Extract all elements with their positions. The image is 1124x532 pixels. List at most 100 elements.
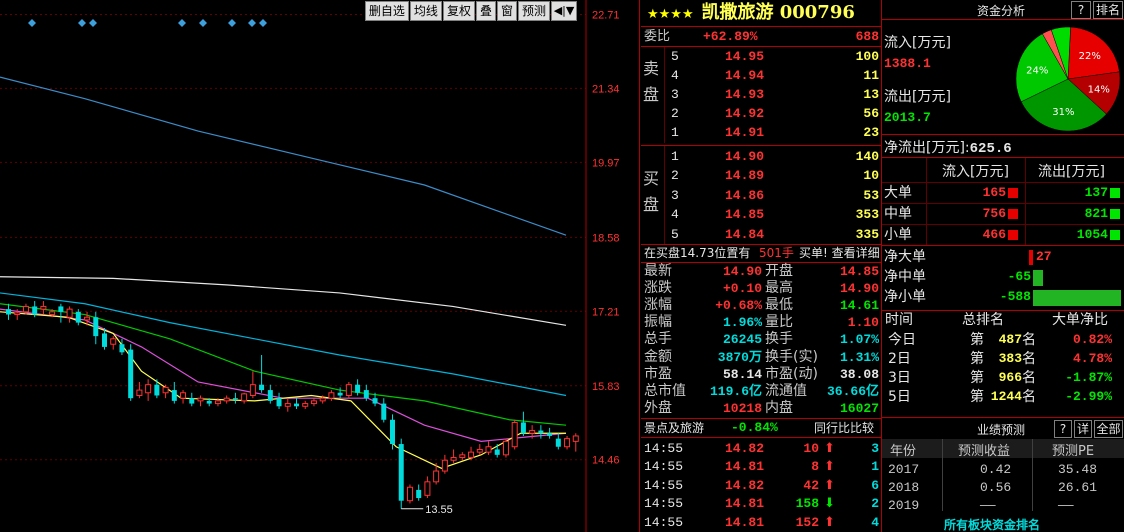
stat-row: 总市值 119.6亿 流通值 36.66亿 (644, 382, 879, 399)
overlay-button[interactable]: 叠 (475, 1, 496, 21)
tick-row: 14:55 14.82 42 ⬆ 6 (644, 477, 879, 493)
remove-watchlist-button[interactable]: 删自选 (364, 1, 409, 21)
candle-body (206, 400, 212, 404)
forecast-row: 2017 0.42 35.48 (888, 462, 1098, 477)
candle-body (529, 430, 536, 434)
moving-average-line (0, 76, 567, 236)
outflow-value: 2013.7 (884, 110, 931, 125)
forecast-row: 2018 0.56 26.61 (888, 480, 1098, 495)
buy-level-row[interactable]: 5 14.84 335 (641, 226, 881, 244)
candle-body (468, 451, 475, 459)
candle-body (14, 312, 21, 316)
collapse-arrow-icon[interactable]: ◀|▼ (551, 1, 577, 21)
candle-body (154, 384, 160, 396)
event-marker-icon[interactable] (28, 19, 36, 27)
buy-level-row[interactable]: 3 14.86 53 (641, 187, 881, 205)
candle-body (180, 392, 187, 399)
candle-body (381, 403, 387, 420)
candle-body (223, 397, 230, 402)
event-marker-icon[interactable] (259, 19, 267, 27)
candle-body (363, 390, 369, 399)
candle-body (110, 338, 117, 345)
pie-slice-label: 14% (1088, 85, 1110, 96)
funds-header: 资金分析 ? 排名 (882, 0, 1124, 20)
weibi-row: 委比 +62.89% 688 (641, 28, 881, 46)
forecast-help-button[interactable]: ? (1054, 420, 1072, 438)
tick-row: 14:55 14.81 152 ⬆ 4 (644, 514, 879, 530)
sell-level-row[interactable]: 4 14.94 11 (641, 67, 881, 85)
stat-row: 金额 3870万 换手(实) 1.31% (644, 348, 879, 365)
event-marker-icon[interactable] (248, 19, 256, 27)
forecast-title: 业绩预测 (977, 423, 1026, 437)
candle-body (58, 306, 64, 312)
event-marker-icon[interactable] (228, 19, 236, 27)
candle-body (267, 390, 273, 401)
net-bar (1033, 290, 1121, 306)
moving-average-button[interactable]: 均线 (409, 1, 442, 21)
big-order-notice[interactable]: 在买盘14.73位置有 501手 买单! 查看详细 (641, 245, 881, 262)
candle-body (424, 481, 431, 496)
y-tick-label: 21.34 (592, 83, 620, 95)
candle-body (328, 392, 335, 399)
candle-body (319, 397, 326, 402)
candle-body (241, 393, 248, 402)
arrow-up-icon: ⬆ (824, 441, 835, 456)
peer-compare-button[interactable]: 同行比比较 (809, 420, 879, 436)
kline-chart[interactable]: 22.71 21.34 19.97 18.58 17.21 15.83 14.46 13.55… (0, 0, 640, 532)
candle-body (564, 438, 571, 448)
candle-body (494, 449, 500, 455)
sell-level-row[interactable]: 1 14.91 23 (641, 124, 881, 142)
event-marker-icon[interactable] (89, 19, 97, 27)
adjust-price-button[interactable]: 复权 (442, 1, 475, 21)
funds-pie-chart: 22% 14% 31% 24% (1015, 26, 1121, 132)
candle-body (337, 392, 343, 396)
sell-level-row[interactable]: 5 14.95 100 (641, 48, 881, 66)
stat-row: 市盈 58.14 市盈(动) 38.08 (644, 365, 879, 382)
candle-body (6, 309, 11, 315)
candle-body (40, 305, 47, 310)
sell-level-row[interactable]: 3 14.93 13 (641, 86, 881, 104)
event-marker-icon[interactable] (199, 19, 207, 27)
order-flow-row: 中单 756 821 (882, 205, 1124, 223)
sector-pct: -0.84% (731, 420, 778, 435)
sector-name[interactable]: 景点及旅游 (644, 419, 704, 437)
window-button[interactable]: 窗 (496, 1, 517, 21)
y-tick-label: 14.46 (592, 455, 620, 467)
buy-level-row[interactable]: 1 14.90 140 (641, 148, 881, 166)
candle-body (476, 448, 483, 453)
kline-chart-svg[interactable]: 22.71 21.34 19.97 18.58 17.21 15.83 14.46 13.55 (0, 0, 640, 532)
view-detail-link[interactable]: 买单! 查看详细 (799, 245, 880, 262)
candle-body (398, 444, 404, 501)
y-tick-label: 17.21 (592, 306, 620, 318)
y-tick-label: 19.97 (592, 157, 620, 169)
funds-rank-button[interactable]: 排名 (1093, 1, 1123, 19)
candle-body (128, 349, 134, 399)
candle-body (136, 389, 143, 396)
forecast-button[interactable]: 预测 (517, 1, 550, 21)
event-marker-icon[interactable] (178, 19, 186, 27)
candle-body (171, 390, 177, 401)
forecast-detail-button[interactable]: 详 (1074, 420, 1092, 438)
rank-row: 3日第 966 名 -1.87% (888, 370, 1112, 386)
tick-row: 14:55 14.82 10 ⬆ 3 (644, 441, 879, 456)
forecast-all-button[interactable]: 全部 (1094, 420, 1123, 438)
stat-row: 外盘 10218 内盘 16027 (644, 399, 879, 416)
candle-body (345, 384, 352, 396)
outflow-square-icon (1110, 188, 1120, 198)
pie-slice-label: 22% (1079, 51, 1101, 62)
tick-row: 14:55 14.81 8 ⬆ 1 (644, 459, 879, 475)
col-outflow: 流出[万元] (1038, 164, 1105, 180)
buy-level-row[interactable]: 4 14.85 353 (641, 206, 881, 224)
funds-help-button[interactable]: ? (1071, 1, 1091, 19)
net-flow-row: 净中单 -65 (882, 268, 1124, 286)
candle-body (302, 403, 309, 407)
net-bar (1033, 270, 1043, 286)
candle-body (433, 470, 440, 483)
sector-rank-link[interactable]: 所有板块资金排名 (944, 516, 1040, 532)
net-flow-row: 净大单 27 (884, 249, 1052, 265)
event-marker-icon[interactable] (78, 19, 86, 27)
sell-level-row[interactable]: 2 14.92 56 (641, 105, 881, 123)
buy-level-row[interactable]: 2 14.89 10 (641, 167, 881, 185)
arrow-up-icon: ⬆ (824, 459, 835, 475)
rank-row: 5日第 1244 名 -2.99% (888, 389, 1112, 405)
